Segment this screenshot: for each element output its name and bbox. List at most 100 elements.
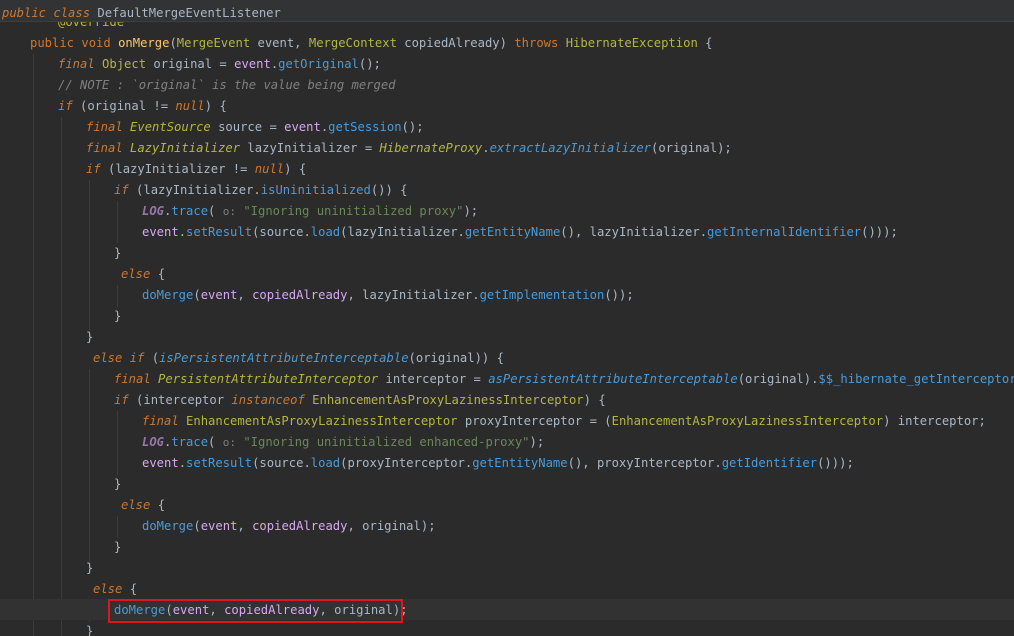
kw-if: if <box>58 99 73 113</box>
code-line: final Object original = event.getOrigina… <box>58 54 381 75</box>
param-ref: event <box>284 120 321 134</box>
kw-public-void: public void <box>30 36 119 50</box>
method-call: getEntityName <box>472 456 568 470</box>
code-editor[interactable]: public class DefaultMergeEventListener @… <box>0 0 1014 636</box>
code-text: (proxyInterceptor. <box>340 456 473 470</box>
type-enhancement-interceptor: EnhancementAsProxyLazinessInterceptor <box>312 393 584 407</box>
kw-if: if <box>114 393 129 407</box>
method-call: isUninitialized <box>260 183 371 197</box>
method-call: getSession <box>328 120 402 134</box>
method-call: getIdentifier <box>721 456 818 470</box>
type-object: Object <box>102 57 147 71</box>
kw-instanceof: instanceof <box>231 393 305 407</box>
code-line: final EventSource source = event.getSess… <box>86 117 424 138</box>
code-line: final PersistentAttributeInterceptor int… <box>114 369 1014 390</box>
kw-else-if: else if <box>93 351 145 365</box>
code-text: (original). <box>737 372 819 386</box>
code-text: (lazyInitializer. <box>340 225 465 239</box>
code-text: lazyInitializer = <box>240 141 380 155</box>
code-text: { <box>150 267 166 281</box>
code-text: , lazyInitializer. <box>347 288 480 302</box>
code-text: (lazyInitializer != <box>100 162 255 176</box>
method-call-domerge: doMerge <box>142 288 194 302</box>
method-call-domerge: doMerge <box>142 519 194 533</box>
type-interceptor: PersistentAttributeInterceptor <box>158 372 379 386</box>
kw-final: final <box>58 57 103 71</box>
param-event: event, <box>250 36 309 50</box>
param-ref: copiedAlready <box>252 519 348 533</box>
method-call: getEntityName <box>464 225 561 239</box>
method-call: getOriginal <box>278 57 359 71</box>
code-text: (source. <box>252 456 311 470</box>
code-text: (original); <box>651 141 732 155</box>
static-method-call: extractLazyInitializer <box>489 141 652 155</box>
method-call: $$_hibernate_getInterceptor <box>818 372 1014 386</box>
code-text: proxyInterceptor = ( <box>457 414 612 428</box>
param-copiedalready: copiedAlready) <box>396 36 515 50</box>
kw-throws: throws <box>514 36 566 50</box>
sticky-class-header[interactable]: public class DefaultMergeEventListener <box>0 0 1014 22</box>
class-name: DefaultMergeEventListener <box>97 6 281 20</box>
const-log: LOG <box>142 204 165 218</box>
code-line: doMerge(event, copiedAlready, lazyInitia… <box>142 285 634 306</box>
method-call: getImplementation <box>479 288 605 302</box>
method-call: setResult <box>186 456 253 470</box>
type-lazyinitializer: LazyInitializer <box>130 141 241 155</box>
indent-guide <box>33 54 34 636</box>
type-enhancement-interceptor: EnhancementAsProxyLazinessInterceptor <box>186 414 458 428</box>
code-text: interceptor = <box>378 372 489 386</box>
code-text: ( <box>208 204 223 218</box>
type-eventsource: EventSource <box>130 120 211 134</box>
code-comment: // NOTE : `original` is the value being … <box>58 78 396 92</box>
code-line: doMerge(event, copiedAlready, original); <box>142 516 436 537</box>
code-line-brace: } <box>114 540 122 554</box>
code-text: ( <box>144 351 160 365</box>
code-text: , original); <box>347 519 436 533</box>
code-line: LOG.trace( o: "Ignoring uninitialized en… <box>142 432 544 453</box>
code-text: ) { <box>204 99 227 113</box>
type-enhancement-interceptor: EnhancementAsProxyLazinessInterceptor <box>611 414 884 428</box>
code-line: final EnhancementAsProxyLazinessIntercep… <box>142 411 986 432</box>
param-ref: event <box>142 456 179 470</box>
param-ref: event <box>234 57 271 71</box>
code-text: . <box>178 225 187 239</box>
kw-public: public <box>2 6 47 20</box>
code-line-brace: } <box>114 477 122 491</box>
code-text: ()) { <box>370 183 408 197</box>
code-line: if (lazyInitializer.isUninitialized()) { <box>114 180 408 201</box>
type-hibernateproxy: HibernateProxy <box>379 141 483 155</box>
param-hint: o: <box>222 205 236 218</box>
code-text: { <box>122 582 138 596</box>
indent-guide <box>89 369 90 569</box>
code-text: ())); <box>861 225 898 239</box>
method-call: trace <box>171 204 209 218</box>
kw-else: else <box>121 498 151 512</box>
kw-class: class <box>53 6 91 20</box>
code-text: original = <box>146 57 235 71</box>
code-line-brace: } <box>86 624 94 636</box>
code-line: final LazyInitializer lazyInitializer = … <box>86 138 732 159</box>
sticky-header-line: public class DefaultMergeEventListener <box>2 3 281 24</box>
param-ref: copiedAlready <box>252 288 348 302</box>
type-mergecontext: MergeContext <box>308 36 397 50</box>
code-text: ()); <box>604 288 634 302</box>
indent-guide <box>89 180 90 340</box>
indent-guide <box>117 285 118 307</box>
code-text: , <box>237 288 253 302</box>
string-literal: "Ignoring uninitialized proxy" <box>243 204 464 218</box>
kw-else: else <box>121 267 151 281</box>
code-text: (source. <box>252 225 311 239</box>
code-line: else { <box>121 264 165 285</box>
code-text: (interceptor <box>128 393 232 407</box>
code-line: if (original != null) { <box>58 96 227 117</box>
param-ref: event <box>142 225 179 239</box>
param-hint: o: <box>222 436 236 449</box>
code-text: ( <box>193 519 201 533</box>
method-call: setResult <box>186 225 253 239</box>
code-text: . <box>178 456 187 470</box>
code-text: (), proxyInterceptor. <box>567 456 722 470</box>
string-literal: "Ignoring uninitialized enhanced-proxy" <box>243 435 530 449</box>
indent-guide <box>61 117 62 636</box>
code-line: else { <box>121 495 165 516</box>
type-hibernateexception: HibernateException <box>565 36 698 50</box>
